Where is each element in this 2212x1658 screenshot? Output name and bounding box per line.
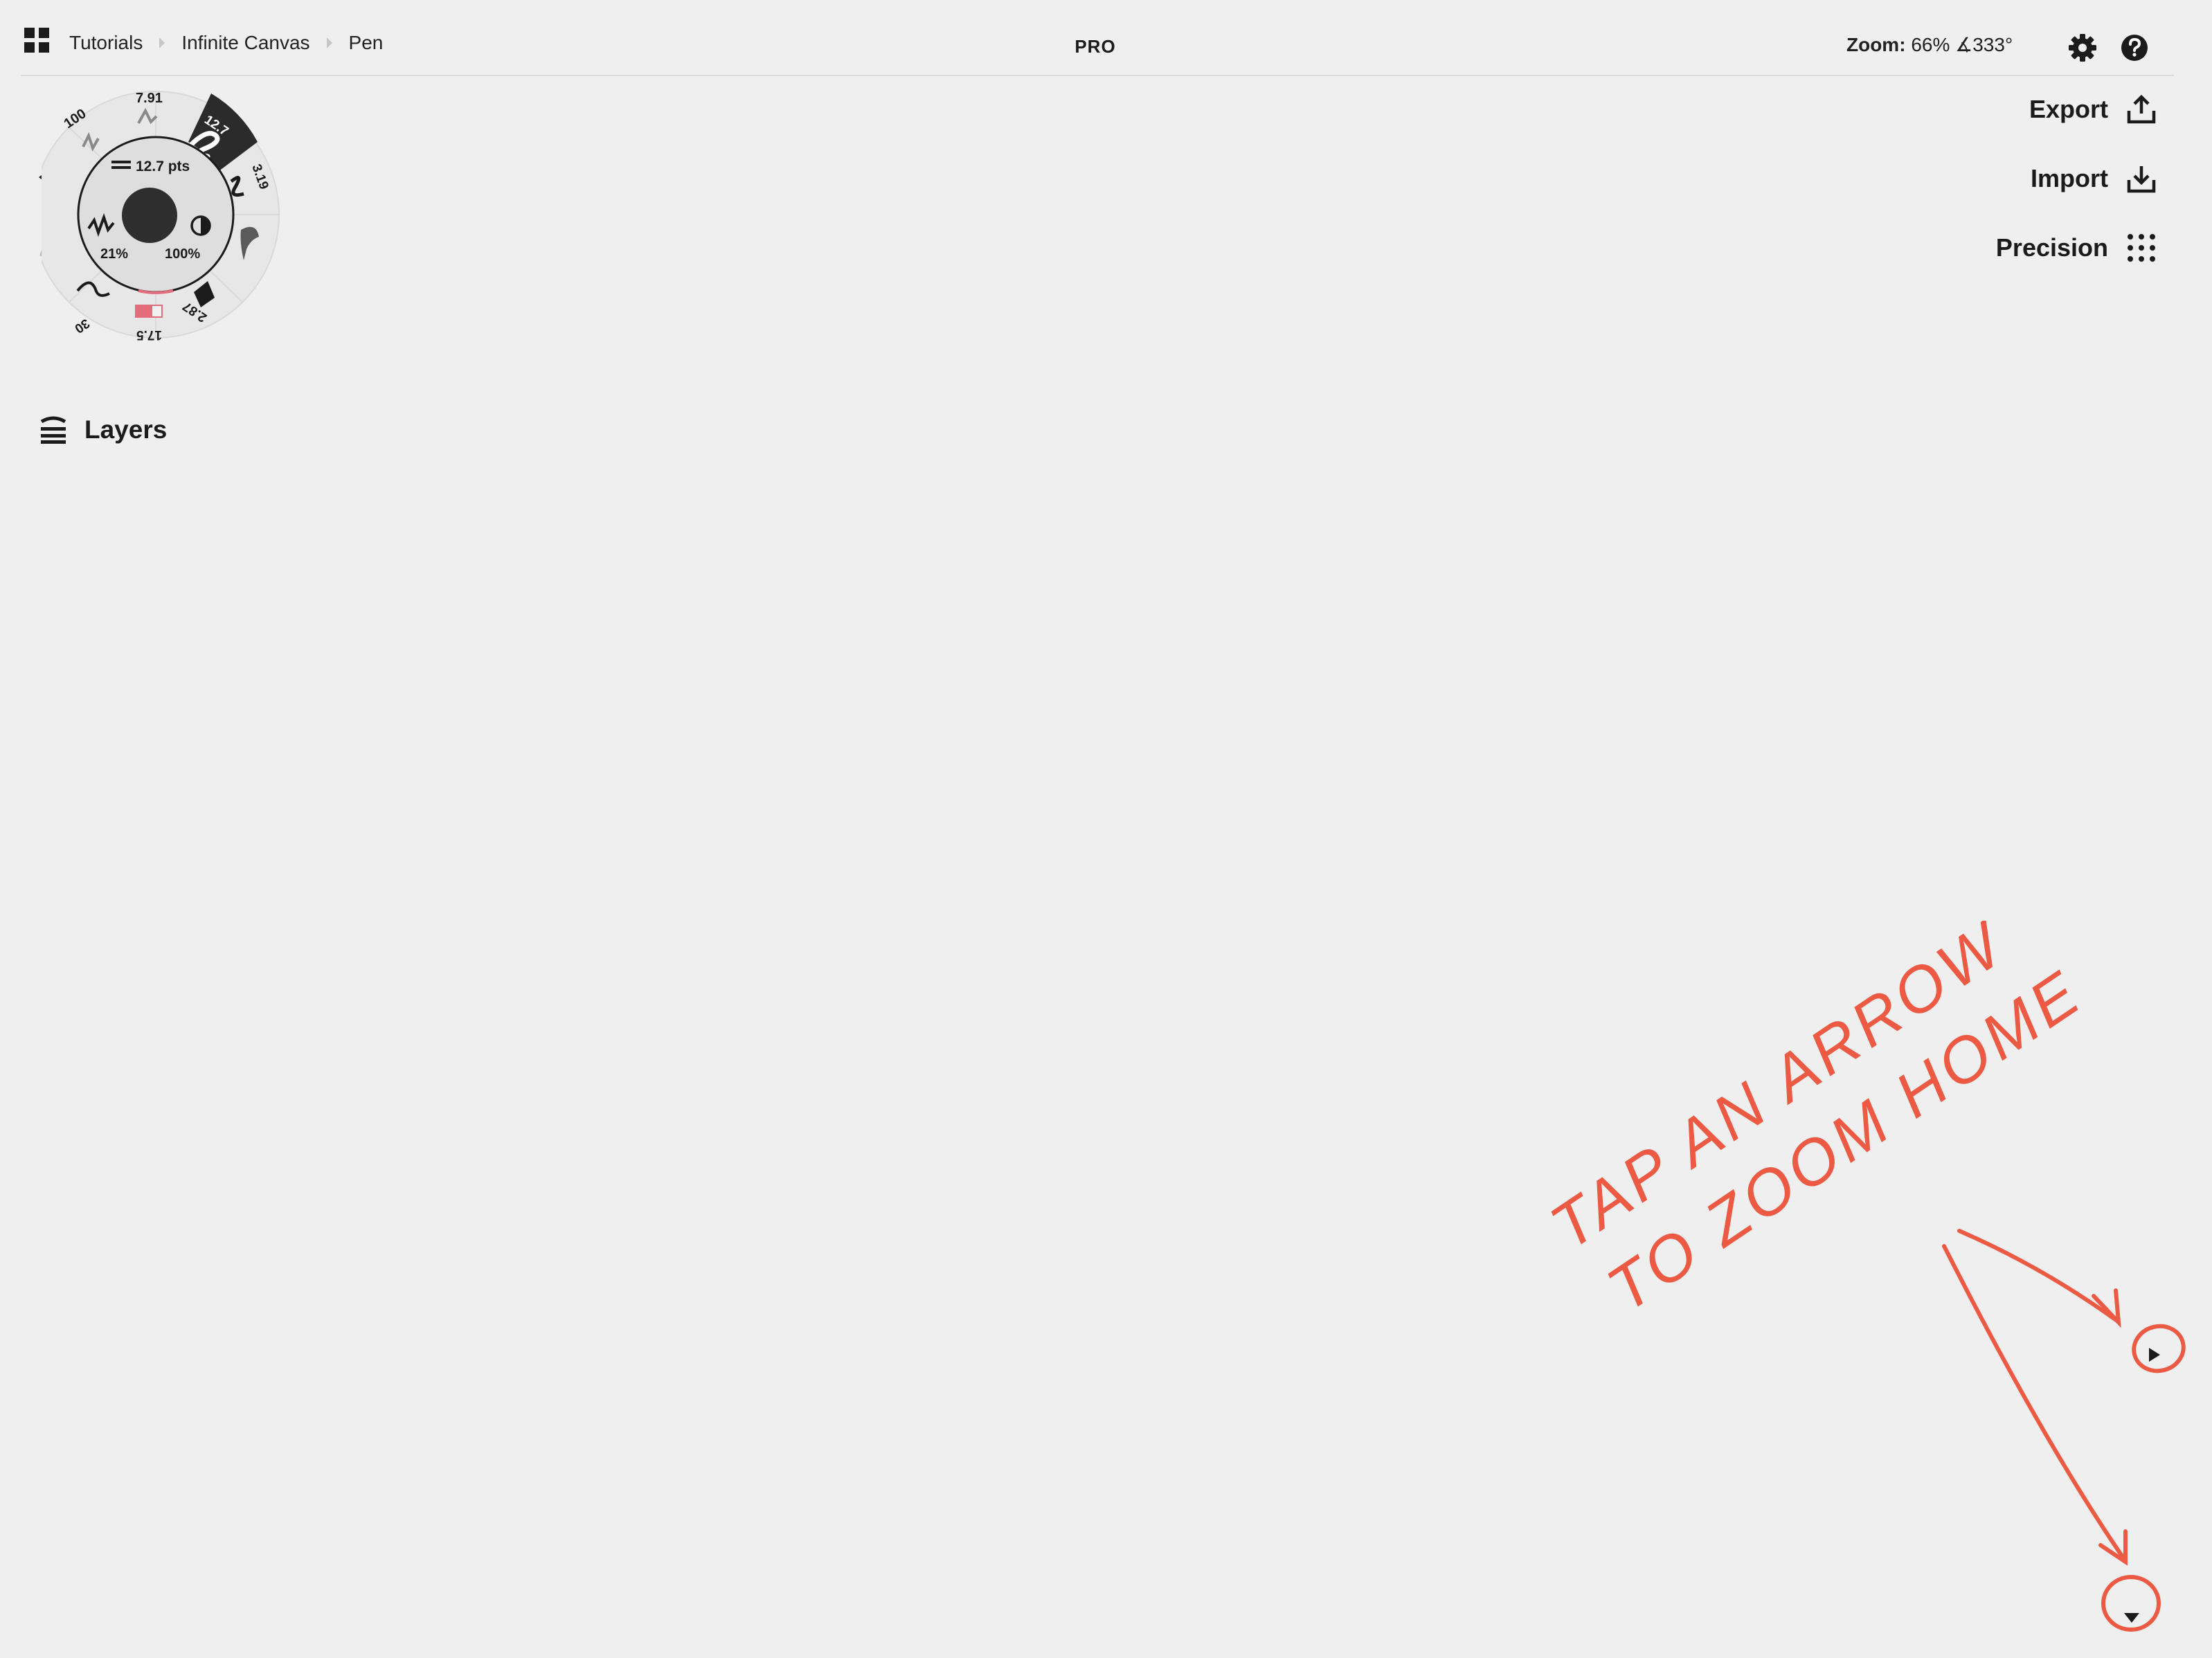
help-icon[interactable] <box>2120 33 2149 62</box>
tool-wheel[interactable]: 12.7 pts 21% 100% 100 7.91 12.7 3.19 2.8… <box>42 83 284 346</box>
layers-icon <box>40 416 66 444</box>
breadcrumb-pen[interactable]: Pen <box>349 32 384 54</box>
breadcrumb: Tutorials Infinite Canvas Pen <box>69 32 383 54</box>
import-button[interactable]: Import <box>2031 158 2158 199</box>
opacity-value[interactable]: 100% <box>165 246 200 262</box>
precision-label: Precision <box>1995 233 2108 262</box>
export-button[interactable]: Export <box>2029 89 2158 130</box>
zoom-value: 66% ∡333° <box>1911 34 2013 55</box>
dot-grid-icon <box>2128 234 2155 262</box>
apps-grid-icon[interactable] <box>23 26 51 54</box>
layers-button[interactable]: Layers <box>39 415 167 444</box>
pro-badge[interactable]: PRO <box>1038 36 1152 57</box>
arrow-to-bottom-button <box>1942 1244 2126 1561</box>
download-icon <box>2127 166 2156 193</box>
arrow-to-right-button <box>1957 1229 2119 1323</box>
current-color-dot[interactable] <box>122 188 177 243</box>
upload-icon <box>2127 94 2156 124</box>
gear-icon[interactable] <box>2068 33 2097 62</box>
layers-label: Layers <box>84 415 168 444</box>
breadcrumb-tutorials[interactable]: Tutorials <box>69 32 143 54</box>
zoom-readout[interactable]: Zoom: 66% ∡333° <box>1846 33 2013 56</box>
handwritten-annotation: TAP AN ARROW TO ZOOM HOME <box>1538 921 2186 1632</box>
zoom-home-down-arrow-icon[interactable] <box>2123 1610 2141 1624</box>
zoom-home-right-arrow-icon[interactable] <box>2146 1346 2161 1363</box>
zoom-label: Zoom: <box>1846 34 1906 55</box>
arrowhead-icon <box>2098 1529 2128 1566</box>
breadcrumb-separator-icon <box>326 37 332 48</box>
svg-text:17.5: 17.5 <box>136 327 162 342</box>
breadcrumb-infinite-canvas[interactable]: Infinite Canvas <box>181 32 309 54</box>
size-lines-icon <box>111 161 131 163</box>
brush-size-label[interactable]: 12.7 pts <box>136 159 190 174</box>
breadcrumb-separator-icon <box>159 37 165 48</box>
import-label: Import <box>2031 164 2108 192</box>
precision-button[interactable]: Precision <box>1996 227 2158 269</box>
export-label: Export <box>2029 95 2108 123</box>
svg-text:7.91: 7.91 <box>136 91 163 106</box>
color-swatch <box>136 305 152 317</box>
smoothing-value[interactable]: 21% <box>100 246 128 262</box>
